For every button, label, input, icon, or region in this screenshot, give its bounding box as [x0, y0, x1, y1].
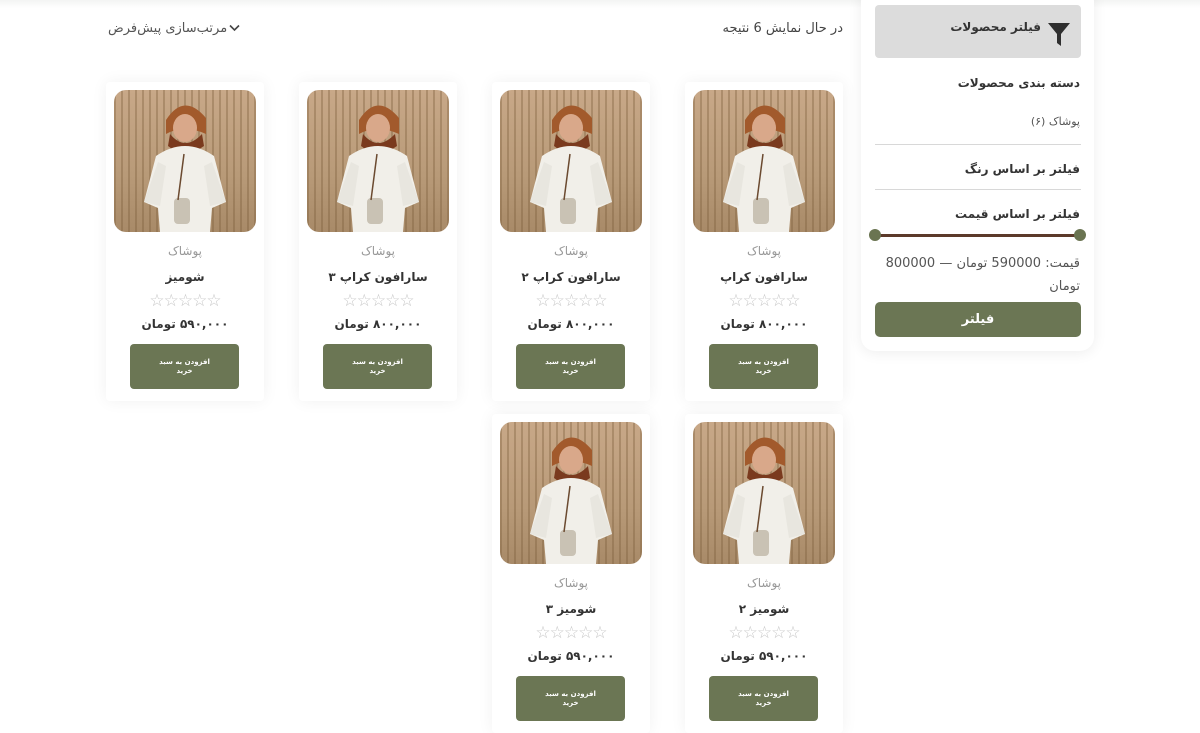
product-image[interactable]: [693, 422, 835, 564]
product-name[interactable]: سارافون کراپ ۲: [492, 270, 650, 284]
product-category[interactable]: پوشاک: [492, 244, 650, 258]
product-name[interactable]: شومیز ۳: [492, 602, 650, 616]
category-item[interactable]: پوشاک (۶): [1031, 115, 1080, 128]
price-filter-heading: فیلتر بر اساس قیمت: [954, 207, 1080, 221]
product-price: ۵۹۰,۰۰۰ تومان: [141, 317, 229, 331]
add-to-cart-button[interactable]: افزودن به سبد خرید: [516, 344, 625, 389]
product-card[interactable]: پوشاک سارافون کراپ ۳ ☆☆☆☆☆ ۸۰۰,۰۰۰ تومان افز…: [299, 82, 457, 401]
price-slider-track[interactable]: [875, 234, 1081, 237]
product-price: ۵۹۰,۰۰۰ تومان: [720, 649, 808, 663]
funnel-icon: [1047, 22, 1071, 52]
price-slider-max-handle[interactable]: [1074, 229, 1086, 241]
add-to-cart-button[interactable]: افزودن به سبد خرید: [709, 344, 818, 389]
add-to-cart-button[interactable]: افزودن به سبد خرید: [709, 676, 818, 721]
product-image[interactable]: [500, 422, 642, 564]
product-card[interactable]: پوشاک شومیز ۲ ☆☆☆☆☆ ۵۹۰,۰۰۰ تومان افزودن به …: [685, 414, 843, 733]
product-card[interactable]: پوشاک سارافون کراپ ☆☆☆☆☆ ۸۰۰,۰۰۰ تومان افزود…: [685, 82, 843, 401]
divider: [875, 189, 1081, 190]
product-name[interactable]: سارافون کراپ: [685, 270, 843, 284]
product-price: ۸۰۰,۰۰۰ تومان: [720, 317, 808, 331]
price-slider-min-handle[interactable]: [869, 229, 881, 241]
color-filter-heading: فیلتر بر اساس رنگ: [964, 162, 1080, 176]
filter-button[interactable]: فیلتر: [875, 302, 1081, 337]
product-name[interactable]: شومیز ۲: [685, 602, 843, 616]
product-price: ۵۹۰,۰۰۰ تومان: [527, 649, 615, 663]
product-category[interactable]: پوشاک: [685, 244, 843, 258]
product-price: ۸۰۰,۰۰۰ تومان: [334, 317, 422, 331]
rating-stars: ☆☆☆☆☆: [535, 623, 607, 643]
sort-label: مرتب‌سازی پیش‌فرض: [108, 21, 228, 36]
add-to-cart-label: افزودن به سبد خرید: [159, 357, 210, 375]
chevron-down-icon: [229, 21, 240, 36]
product-category[interactable]: پوشاک: [299, 244, 457, 258]
price-range-text: قیمت: 590000 تومان — 800000 تومان: [885, 256, 1080, 294]
product-card[interactable]: پوشاک شومیز ☆☆☆☆☆ ۵۹۰,۰۰۰ تومان افزودن به سب…: [106, 82, 264, 401]
filter-title: فیلتر محصولات: [950, 20, 1041, 34]
rating-stars: ☆☆☆☆☆: [342, 291, 414, 311]
divider: [875, 144, 1081, 145]
product-category[interactable]: پوشاک: [492, 576, 650, 590]
product-category[interactable]: پوشاک: [106, 244, 264, 258]
add-to-cart-button[interactable]: افزودن به سبد خرید: [130, 344, 239, 389]
product-card[interactable]: پوشاک شومیز ۳ ☆☆☆☆☆ ۵۹۰,۰۰۰ تومان افزودن به …: [492, 414, 650, 733]
add-to-cart-button[interactable]: افزودن به سبد خرید: [516, 676, 625, 721]
product-image[interactable]: [307, 90, 449, 232]
add-to-cart-label: افزودن به سبد خرید: [738, 689, 789, 707]
rating-stars: ☆☆☆☆☆: [535, 291, 607, 311]
product-image[interactable]: [114, 90, 256, 232]
add-to-cart-label: افزودن به سبد خرید: [545, 689, 596, 707]
product-card[interactable]: پوشاک سارافون کراپ ۲ ☆☆☆☆☆ ۸۰۰,۰۰۰ تومان افز…: [492, 82, 650, 401]
category-heading: دسته بندی محصولات: [957, 76, 1080, 90]
add-to-cart-button[interactable]: افزودن به سبد خرید: [323, 344, 432, 389]
add-to-cart-label: افزودن به سبد خرید: [545, 357, 596, 375]
add-to-cart-label: افزودن به سبد خرید: [352, 357, 403, 375]
rating-stars: ☆☆☆☆☆: [728, 291, 800, 311]
add-to-cart-label: افزودن به سبد خرید: [738, 357, 789, 375]
product-image[interactable]: [500, 90, 642, 232]
sort-dropdown[interactable]: مرتب‌سازی پیش‌فرض: [108, 21, 240, 36]
rating-stars: ☆☆☆☆☆: [149, 291, 221, 311]
product-name[interactable]: سارافون کراپ ۳: [299, 270, 457, 284]
rating-stars: ☆☆☆☆☆: [728, 623, 800, 643]
product-price: ۸۰۰,۰۰۰ تومان: [527, 317, 615, 331]
results-count: در حال نمایش 6 نتیجه: [722, 21, 843, 36]
product-category[interactable]: پوشاک: [685, 576, 843, 590]
filter-header[interactable]: فیلتر محصولات: [875, 5, 1081, 58]
product-image[interactable]: [693, 90, 835, 232]
filter-sidebar: فیلتر محصولات دسته بندی محصولات پوشاک (۶…: [861, 0, 1094, 351]
product-name[interactable]: شومیز: [106, 270, 264, 284]
